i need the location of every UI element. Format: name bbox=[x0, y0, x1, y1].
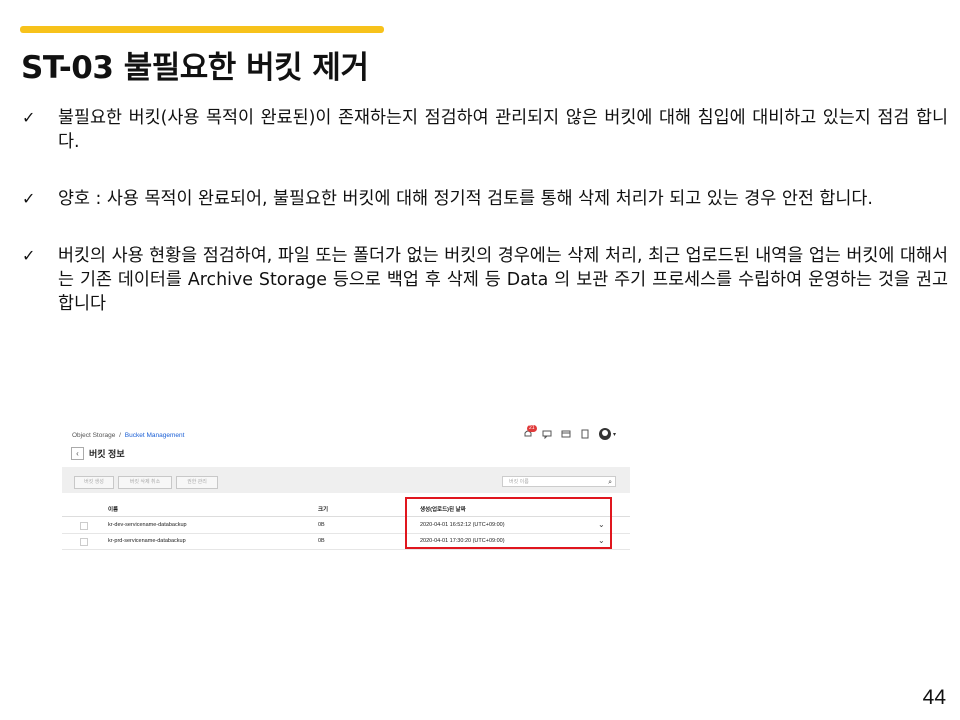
chevron-down-icon[interactable]: ▾ bbox=[613, 431, 616, 438]
bucket-name: kr-dev-servicename-databackup bbox=[108, 522, 187, 528]
notification-badge: 21 bbox=[526, 425, 537, 432]
bucket-size: 0B bbox=[318, 522, 325, 528]
breadcrumb-item-object-storage[interactable]: Object Storage bbox=[72, 432, 115, 439]
search-input[interactable]: 버킷 이름 ⌕ bbox=[502, 476, 616, 487]
check-icon: ✓ bbox=[22, 108, 36, 127]
created-date-highlight-box bbox=[405, 497, 612, 549]
console-screenshot: Object Storage / Bucket Management 21 ▾ … bbox=[58, 420, 630, 562]
row-checkbox[interactable] bbox=[80, 538, 88, 546]
cancel-delete-button[interactable]: 버킷 삭제 취소 bbox=[118, 476, 172, 489]
search-icon[interactable]: ⌕ bbox=[608, 477, 612, 488]
header-icons: 21 ▾ bbox=[523, 425, 616, 440]
bullet-item: ✓ 불필요한 버킷(사용 목적이 완료된)이 존재하는지 점검하여 관리되지 않… bbox=[22, 106, 948, 154]
toolbar: 버킷 생성 버킷 삭제 취소 권한 관리 버킷 이름 ⌕ bbox=[62, 467, 630, 493]
back-button[interactable]: ‹ bbox=[71, 447, 84, 460]
bullet-item: ✓ 버킷의 사용 현황을 점검하여, 파일 또는 폴더가 없는 버킷의 경우에는… bbox=[22, 244, 948, 316]
bullet-text: 양호 : 사용 목적이 완료되어, 불필요한 버킷에 대해 정기적 검토를 통해… bbox=[58, 189, 873, 209]
title-accent-bar bbox=[20, 26, 384, 33]
row-checkbox[interactable] bbox=[80, 522, 88, 530]
page-title: 버킷 정보 bbox=[89, 449, 125, 459]
bucket-name: kr-prd-servicename-databackup bbox=[108, 538, 186, 544]
bucket-size: 0B bbox=[318, 538, 325, 544]
bullet-text: 불필요한 버킷(사용 목적이 완료된)이 존재하는지 점검하여 관리되지 않은 … bbox=[58, 108, 948, 152]
breadcrumb-separator: / bbox=[119, 432, 121, 439]
create-bucket-button[interactable]: 버킷 생성 bbox=[74, 476, 114, 489]
chat-icon[interactable] bbox=[542, 429, 552, 440]
search-placeholder: 버킷 이름 bbox=[509, 479, 529, 485]
document-icon[interactable] bbox=[580, 429, 590, 439]
column-size[interactable]: 크기 bbox=[318, 505, 328, 513]
bullet-list: ✓ 불필요한 버킷(사용 목적이 완료된)이 존재하는지 점검하여 관리되지 않… bbox=[22, 106, 948, 349]
slide-title: ST-03 불필요한 버킷 제거 bbox=[21, 50, 369, 86]
bell-icon[interactable]: 21 bbox=[523, 425, 537, 439]
breadcrumb-item-bucket-management[interactable]: Bucket Management bbox=[125, 432, 185, 439]
manage-permissions-button[interactable]: 권한 관리 bbox=[176, 476, 218, 489]
bullet-text: 버킷의 사용 현황을 점검하여, 파일 또는 폴더가 없는 버킷의 경우에는 삭… bbox=[58, 246, 948, 314]
check-icon: ✓ bbox=[22, 246, 36, 265]
check-icon: ✓ bbox=[22, 189, 36, 208]
user-avatar-icon[interactable] bbox=[598, 428, 611, 440]
mail-icon[interactable] bbox=[561, 429, 571, 439]
page-number: 44 bbox=[922, 686, 946, 709]
bullet-item: ✓ 양호 : 사용 목적이 완료되어, 불필요한 버킷에 대해 정기적 검토를 … bbox=[22, 187, 948, 211]
breadcrumb: Object Storage / Bucket Management bbox=[72, 432, 184, 439]
column-name[interactable]: 이름 bbox=[108, 505, 118, 513]
